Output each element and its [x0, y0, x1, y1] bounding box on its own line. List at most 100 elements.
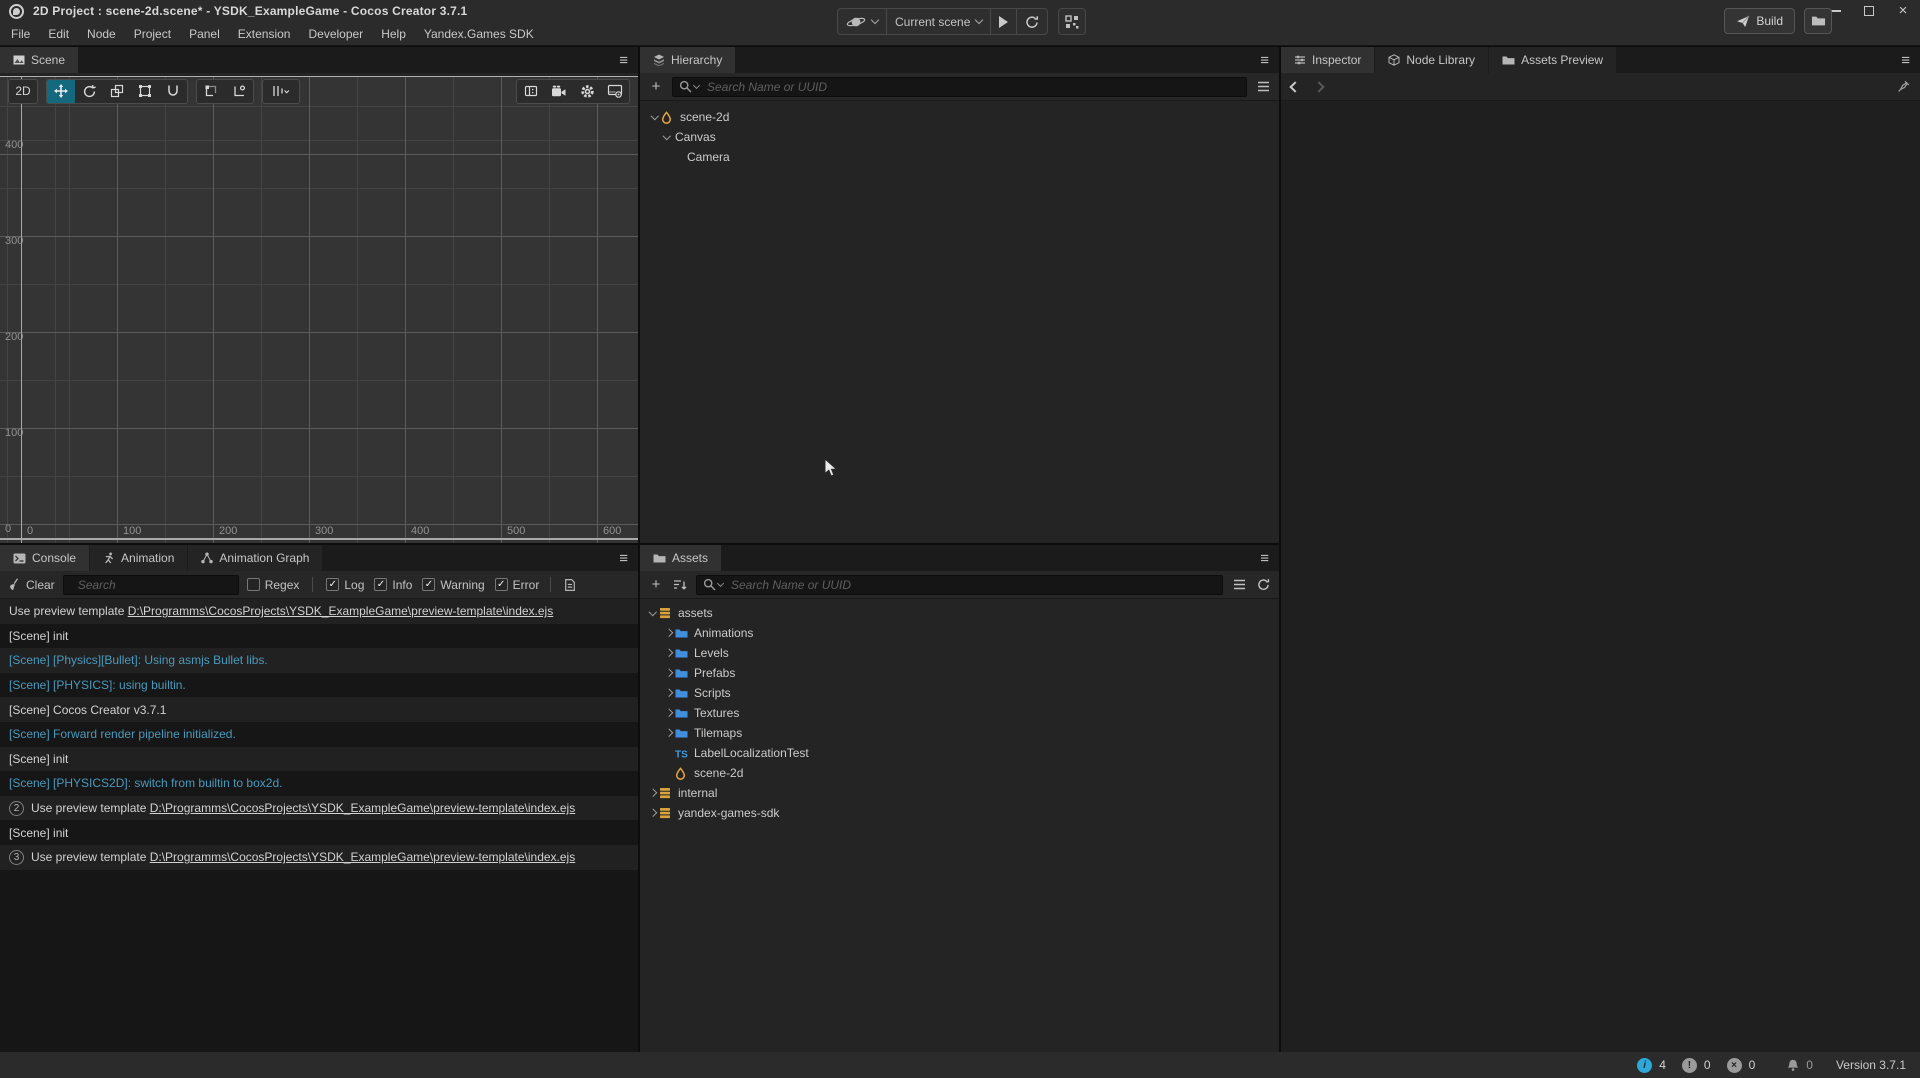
hierarchy-search-input[interactable]	[701, 78, 1246, 96]
scale-tool-button[interactable]	[103, 80, 131, 103]
inspector-panel-menu-button[interactable]: ≡	[1891, 47, 1920, 73]
create-asset-button[interactable]: +	[648, 576, 664, 593]
tab-assets[interactable]: Assets	[640, 545, 721, 571]
filter-warning-checkbox[interactable]: ✓Warning	[422, 578, 484, 592]
open-log-file-button[interactable]	[562, 578, 578, 592]
menu-yandex-games-sdk[interactable]: Yandex.Games SDK	[415, 27, 543, 41]
console-log-row[interactable]: [Scene] [PHYSICS2D]: switch from builtin…	[0, 771, 638, 796]
rotate-tool-button[interactable]	[75, 80, 103, 103]
chevron-right-icon[interactable]	[662, 650, 675, 656]
grid-visibility-dropdown[interactable]	[263, 80, 299, 103]
chevron-down-icon[interactable]	[648, 115, 661, 119]
chevron-right-icon[interactable]	[662, 670, 675, 676]
inspector-tab-inspector[interactable]: Inspector	[1281, 47, 1374, 73]
console-log-row[interactable]: Use preview template D:\Programms\CocosP…	[0, 599, 638, 624]
asset-item-scene-2d[interactable]: scene-2d	[640, 763, 1279, 783]
scene-viewport[interactable]: 01002003004005006004003002001000	[0, 76, 638, 543]
transform-gizmo-button[interactable]	[159, 80, 187, 103]
preview-platform-button[interactable]	[838, 9, 886, 34]
chevron-right-icon[interactable]	[662, 690, 675, 696]
menu-help[interactable]: Help	[372, 27, 415, 41]
chevron-down-icon[interactable]	[646, 611, 659, 615]
tab-scene[interactable]: Scene	[0, 47, 78, 73]
console-log-row[interactable]: [Scene] [PHYSICS]: using builtin.	[0, 673, 638, 698]
console-log-row[interactable]: [Scene] Cocos Creator v3.7.1	[0, 697, 638, 722]
rect-tool-button[interactable]	[131, 80, 159, 103]
grid-toggle-button[interactable]	[517, 80, 545, 103]
reload-button[interactable]	[1017, 9, 1047, 34]
asset-item-tilemaps[interactable]: Tilemaps	[640, 723, 1279, 743]
sort-assets-button[interactable]	[672, 579, 688, 591]
filter-log-checkbox[interactable]: ✓Log	[326, 578, 364, 592]
console-log-row[interactable]: [Scene] init	[0, 820, 638, 845]
tab-hierarchy[interactable]: Hierarchy	[640, 47, 735, 73]
console-tab-animation-graph[interactable]: Animation Graph	[188, 545, 322, 571]
log-file-link[interactable]: D:\Programms\CocosProjects\YSDK_ExampleG…	[150, 850, 576, 864]
asset-item-yandex-games-sdk[interactable]: yandex-games-sdk	[640, 803, 1279, 823]
hierarchy-item-camera[interactable]: Camera	[640, 147, 1279, 167]
console-log-row[interactable]: [Scene] Forward render pipeline initiali…	[0, 722, 638, 747]
asset-item-internal[interactable]: internal	[640, 783, 1279, 803]
filter-info-checkbox[interactable]: ✓Info	[374, 578, 412, 592]
chevron-right-icon[interactable]	[662, 630, 675, 636]
chevron-down-icon[interactable]	[660, 135, 673, 139]
move-tool-button[interactable]	[47, 80, 75, 103]
console-log-row[interactable]: [Scene] init	[0, 624, 638, 649]
bell-icon[interactable]	[1787, 1059, 1799, 1072]
chevron-right-icon[interactable]	[662, 710, 675, 716]
preview-qr-button[interactable]	[1058, 8, 1086, 35]
menu-panel[interactable]: Panel	[180, 27, 229, 41]
open-project-folder-button[interactable]	[1804, 8, 1832, 34]
build-button[interactable]: Build	[1724, 8, 1795, 34]
hierarchy-item-scene-2d[interactable]: scene-2d	[640, 107, 1279, 127]
asset-item-labellocalizationtest[interactable]: TSLabelLocalizationTest	[640, 743, 1279, 763]
menu-extension[interactable]: Extension	[229, 27, 300, 41]
history-back-button[interactable]	[1289, 81, 1300, 92]
asset-item-animations[interactable]: Animations	[640, 623, 1279, 643]
menu-developer[interactable]: Developer	[299, 27, 372, 41]
console-log-row[interactable]: [Scene] init	[0, 747, 638, 772]
info-count-icon[interactable]: i	[1637, 1058, 1652, 1073]
search-filter-chevron-icon[interactable]	[717, 580, 724, 587]
menu-file[interactable]: File	[2, 27, 39, 41]
scene-panel-menu-button[interactable]: ≡	[609, 47, 638, 73]
scene-camera-button[interactable]	[545, 80, 573, 103]
assets-panel-menu-button[interactable]: ≡	[1250, 545, 1279, 571]
asset-item-levels[interactable]: Levels	[640, 643, 1279, 663]
history-forward-button[interactable]	[1313, 81, 1324, 92]
menu-edit[interactable]: Edit	[39, 27, 78, 41]
filter-regex-checkbox[interactable]: Regex	[247, 578, 300, 592]
asset-item-prefabs[interactable]: Prefabs	[640, 663, 1279, 683]
hierarchy-panel-menu-button[interactable]: ≡	[1250, 47, 1279, 73]
console-log-row[interactable]: 3Use preview template D:\Programms\Cocos…	[0, 845, 638, 870]
pivot-toggle-button[interactable]	[197, 80, 225, 103]
maximize-button[interactable]	[1852, 0, 1886, 22]
menu-project[interactable]: Project	[125, 27, 180, 41]
chevron-right-icon[interactable]	[646, 810, 659, 816]
assets-list-options-button[interactable]	[1231, 579, 1247, 590]
hierarchy-item-canvas[interactable]: Canvas	[640, 127, 1279, 147]
console-tab-animation[interactable]: Animation	[90, 545, 187, 571]
console-log-row[interactable]: [Scene] [Physics][Bullet]: Using asmjs B…	[0, 648, 638, 673]
inspector-tab-assets-preview[interactable]: Assets Preview	[1489, 47, 1616, 73]
play-button[interactable]	[991, 9, 1016, 34]
clear-console-button[interactable]: Clear	[8, 578, 55, 592]
log-file-link[interactable]: D:\Programms\CocosProjects\YSDK_ExampleG…	[128, 604, 554, 618]
warning-count-icon[interactable]: !	[1682, 1058, 1697, 1073]
view-mode-2d-button[interactable]: 2D	[8, 79, 38, 104]
refresh-assets-button[interactable]	[1255, 578, 1271, 591]
asset-item-textures[interactable]: Textures	[640, 703, 1279, 723]
filter-error-checkbox[interactable]: ✓Error	[495, 578, 540, 592]
assets-search-input[interactable]	[725, 576, 1222, 594]
search-filter-chevron-icon[interactable]	[693, 82, 700, 89]
asset-item-scripts[interactable]: Scripts	[640, 683, 1279, 703]
menu-node[interactable]: Node	[78, 27, 125, 41]
pin-inspector-button[interactable]	[1897, 80, 1910, 93]
close-button[interactable]: ×	[1886, 0, 1920, 22]
console-log-row[interactable]: 2Use preview template D:\Programms\Cocos…	[0, 796, 638, 821]
chevron-right-icon[interactable]	[662, 730, 675, 736]
scene-gizmo-settings-button[interactable]	[573, 80, 601, 103]
hierarchy-list-options-button[interactable]	[1255, 81, 1271, 92]
console-tab-console[interactable]: Console	[0, 545, 89, 571]
scene-selector-dropdown[interactable]: Current scene	[887, 9, 990, 34]
